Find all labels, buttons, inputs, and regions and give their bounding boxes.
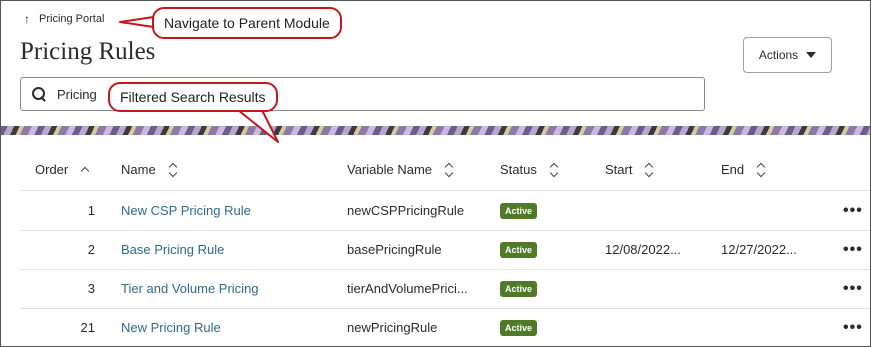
callout-pointer-search [237,109,279,143]
callout-parent: Navigate to Parent Module [152,7,342,39]
callout-search-text: Filtered Search Results [120,89,266,105]
callout-search: Filtered Search Results [108,82,278,112]
callout-parent-text: Navigate to Parent Module [164,15,330,31]
callout-pointers [119,15,279,143]
